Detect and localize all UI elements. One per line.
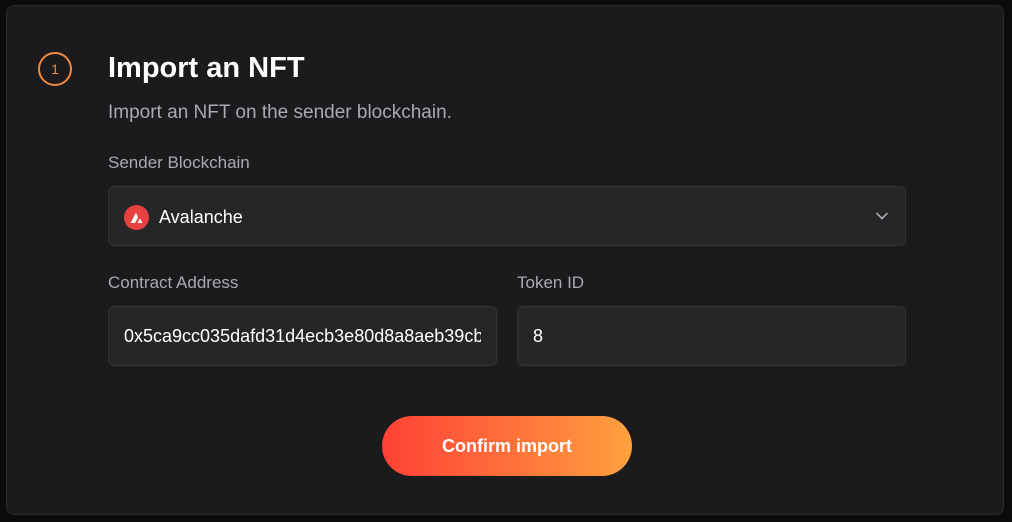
sender-blockchain-select[interactable]: Avalanche [108,186,906,246]
import-nft-card: 1 Import an NFT Import an NFT on the sen… [6,5,1004,515]
chevron-down-icon [876,212,888,220]
step-number-badge: 1 [38,52,72,86]
confirm-import-button[interactable]: Confirm import [382,416,632,476]
page-subtitle: Import an NFT on the sender blockchain. [108,102,452,123]
contract-address-label: Contract Address [108,273,239,292]
sender-blockchain-label: Sender Blockchain [108,153,250,172]
token-id-input[interactable] [517,306,906,366]
sender-blockchain-value: Avalanche [159,207,243,227]
step-number: 1 [51,61,59,77]
avalanche-logo-icon [124,205,149,230]
contract-address-input[interactable] [108,306,497,366]
page-title: Import an NFT [108,52,305,84]
token-id-label: Token ID [517,273,585,292]
